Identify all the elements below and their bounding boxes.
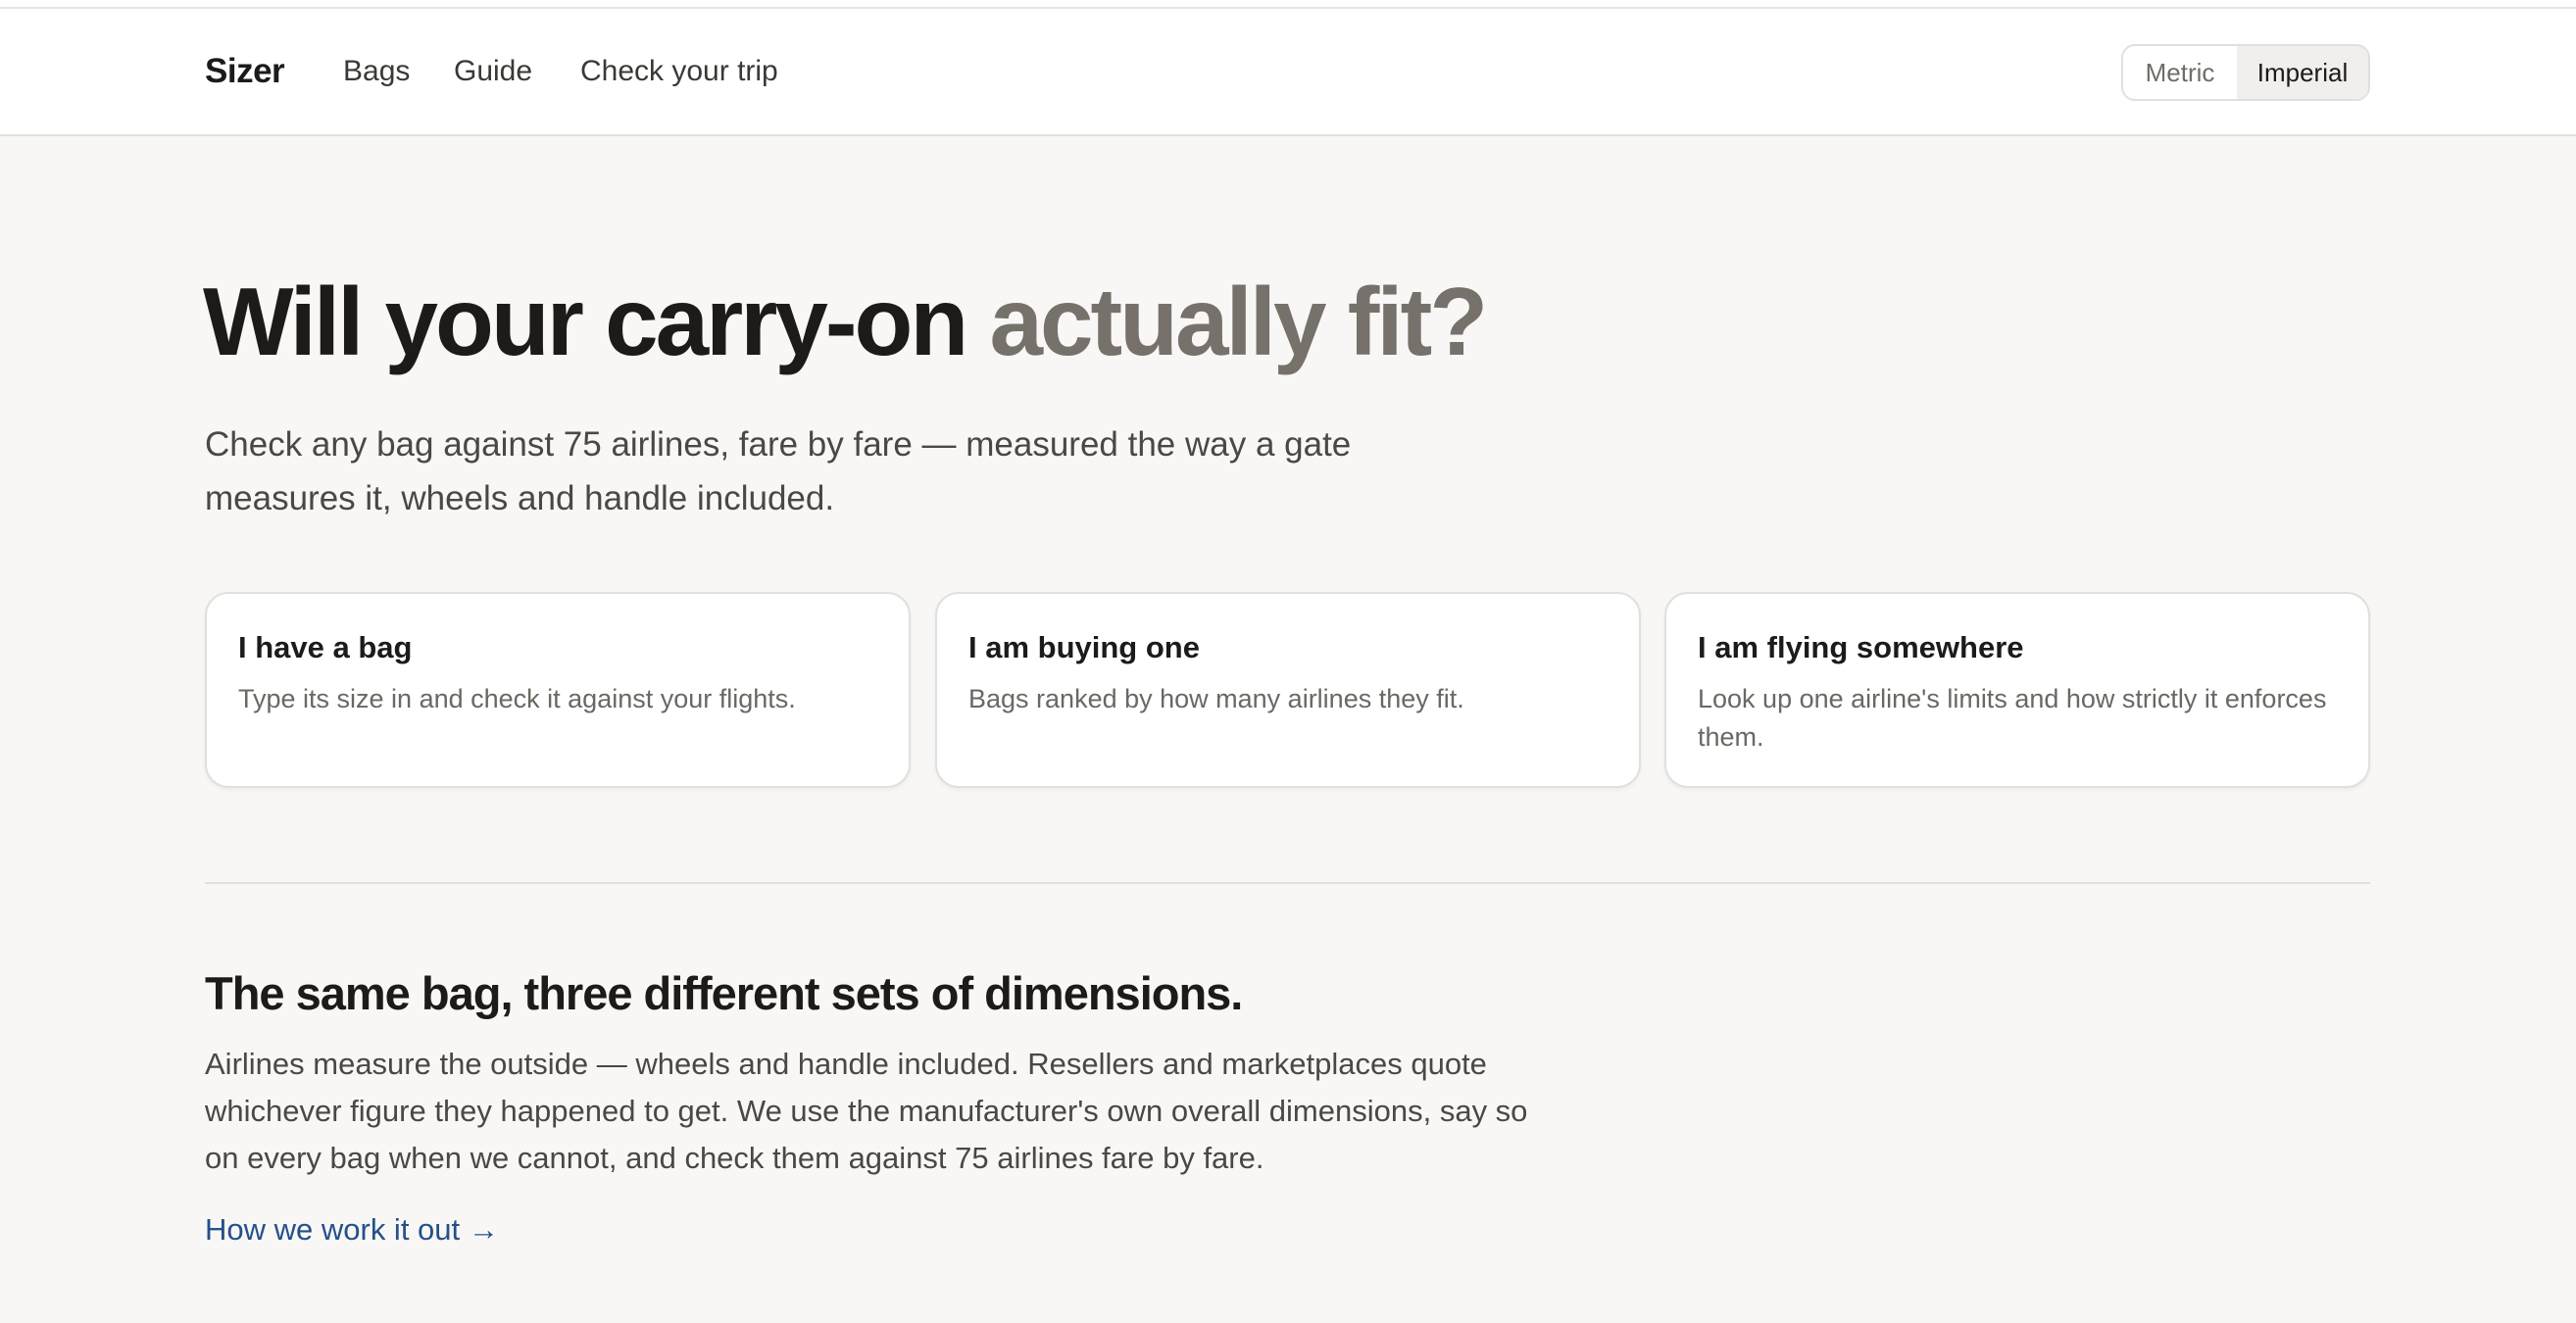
card-title: I have a bag bbox=[238, 630, 413, 664]
hero-subtitle: Check any bag against 75 airlines, fare … bbox=[205, 425, 1352, 517]
hero-title-main: Will your carry-on bbox=[203, 268, 990, 375]
section-title: The same bag, three different sets of di… bbox=[205, 967, 1243, 1019]
section-divider bbox=[205, 882, 2370, 884]
how-we-work-link[interactable]: How we work it out → bbox=[205, 1208, 499, 1251]
site-header: Sizer Bags Guide Check your trip Metric … bbox=[0, 9, 2576, 136]
card-have-a-bag[interactable]: I have a bag Type its size in and check … bbox=[205, 592, 911, 788]
nav-bags[interactable]: Bags bbox=[343, 54, 410, 89]
card-flying-somewhere[interactable]: I am flying somewhere Look up one airlin… bbox=[1664, 592, 2370, 788]
brand-logo[interactable]: Sizer bbox=[205, 52, 285, 91]
unit-toggle: Metric Imperial bbox=[2121, 44, 2370, 101]
hero-title: Will your carry-on actually fit? bbox=[203, 263, 1489, 380]
card-buying-one[interactable]: I am buying one Bags ranked by how many … bbox=[935, 592, 1641, 788]
nav-guide[interactable]: Guide bbox=[454, 54, 532, 89]
card-title: I am buying one bbox=[968, 630, 1200, 664]
unit-imperial-button[interactable]: Imperial bbox=[2237, 46, 2368, 99]
card-description: Look up one airline's limits and how str… bbox=[1698, 684, 2327, 752]
card-description: Bags ranked by how many airlines they fi… bbox=[968, 684, 1464, 713]
hero-title-accent: actually fit? bbox=[989, 268, 1489, 375]
nav-check-your-trip[interactable]: Check your trip bbox=[580, 54, 778, 89]
browser-top-edge bbox=[0, 0, 2576, 9]
card-title: I am flying somewhere bbox=[1698, 630, 2024, 664]
section-body: Airlines measure the outside — wheels an… bbox=[205, 1047, 1528, 1175]
unit-metric-button[interactable]: Metric bbox=[2123, 46, 2237, 99]
card-description: Type its size in and check it against yo… bbox=[238, 684, 796, 713]
